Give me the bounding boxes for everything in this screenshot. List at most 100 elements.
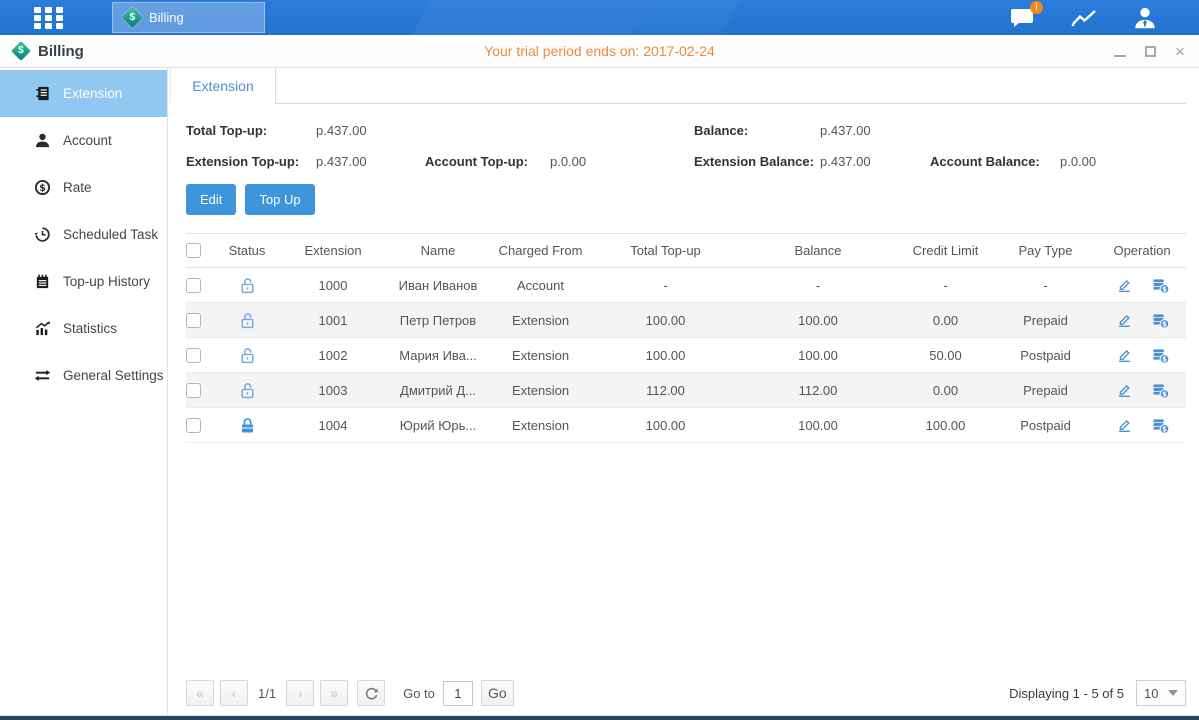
page-indicator: 1/1	[258, 686, 276, 701]
last-page-button[interactable]: »	[320, 680, 348, 706]
sidebar-item-general-settings[interactable]: General Settings	[0, 352, 167, 399]
edit-button[interactable]: Edit	[186, 184, 236, 215]
sidebar-item-rate[interactable]: $ Rate	[0, 164, 167, 211]
prev-page-button[interactable]: ‹	[220, 680, 248, 706]
header-balance: Balance	[738, 243, 898, 258]
taskbar-bottom-strip	[0, 715, 1199, 720]
header-pay-type: Pay Type	[993, 243, 1098, 258]
total-topup-value: p.437.00	[316, 123, 367, 138]
topup-row-icon[interactable]: $	[1151, 311, 1170, 330]
extension-status-icon	[238, 381, 257, 396]
cell-charged-from: Extension	[488, 418, 593, 433]
topup-row-icon[interactable]: $	[1151, 381, 1170, 400]
topup-row-icon[interactable]: $	[1151, 346, 1170, 365]
sidebar-item-topup-history[interactable]: Top-up History	[0, 258, 167, 305]
svg-text:$: $	[1162, 319, 1167, 328]
svg-text:$: $	[1162, 354, 1167, 363]
topup-row-icon[interactable]: $	[1151, 276, 1170, 295]
go-button[interactable]: Go	[481, 680, 514, 706]
resource-monitor-icon[interactable]	[1070, 5, 1098, 31]
header-credit-limit: Credit Limit	[898, 243, 993, 258]
next-page-button[interactable]: ›	[286, 680, 314, 706]
cell-balance: -	[738, 278, 898, 293]
row-checkbox[interactable]	[186, 418, 201, 433]
sidebar-item-extension[interactable]: Extension	[0, 70, 167, 117]
history-clock-icon	[34, 226, 51, 243]
cell-total-topup: 100.00	[593, 348, 738, 363]
row-checkbox[interactable]	[186, 278, 201, 293]
header-status: Status	[216, 243, 278, 258]
cell-name: Мария Ива...	[388, 348, 488, 363]
extension-balance-value: p.437.00	[820, 154, 871, 169]
svg-text:$: $	[1162, 424, 1167, 433]
notification-badge: !	[1030, 1, 1043, 14]
pagination-bar: « ‹ 1/1 › » Go to Go Displaying 1 - 5 of…	[186, 680, 1186, 706]
goto-label: Go to	[403, 686, 435, 701]
cell-charged-from: Extension	[488, 383, 593, 398]
header-name: Name	[388, 243, 488, 258]
balance-summary: Total Top-up: p.437.00 Balance: p.437.00…	[186, 115, 1186, 177]
row-checkbox[interactable]	[186, 383, 201, 398]
tab-strip: Extension	[170, 68, 1186, 104]
sidebar-item-scheduled-task[interactable]: Scheduled Task	[0, 211, 167, 258]
minimize-button[interactable]	[1113, 45, 1127, 59]
extensions-table: Status Extension Name Charged From Total…	[186, 233, 1186, 443]
cell-credit-limit: 0.00	[898, 383, 993, 398]
extension-status-icon	[238, 416, 257, 431]
cell-charged-from: Extension	[488, 313, 593, 328]
edit-row-icon[interactable]	[1115, 311, 1133, 329]
refresh-icon[interactable]	[357, 680, 385, 706]
row-checkbox[interactable]	[186, 348, 201, 363]
extension-status-icon	[238, 311, 257, 326]
svg-text:$: $	[39, 183, 46, 194]
topup-row-icon[interactable]: $	[1151, 416, 1170, 435]
edit-row-icon[interactable]	[1115, 416, 1133, 434]
cell-balance: 100.00	[738, 348, 898, 363]
billing-app-icon: $	[122, 7, 143, 28]
table-row: 1004 Юрий Юрь... Extension 100.00 100.00…	[186, 408, 1186, 443]
cell-balance: 100.00	[738, 418, 898, 433]
sidebar-item-statistics[interactable]: Statistics	[0, 305, 167, 352]
cell-balance: 112.00	[738, 383, 898, 398]
chevron-down-icon	[1168, 690, 1178, 696]
table-row: 1003 Дмитрий Д... Extension 112.00 112.0…	[186, 373, 1186, 408]
cell-charged-from: Extension	[488, 348, 593, 363]
sidebar-item-label: General Settings	[63, 368, 164, 383]
notifications-icon[interactable]: !	[1009, 5, 1037, 31]
user-account-icon[interactable]	[1131, 5, 1159, 31]
window-titlebar: $ Billing Your trial period ends on: 201…	[0, 35, 1199, 68]
stats-chart-icon	[34, 320, 51, 337]
sidebar-item-account[interactable]: Account	[0, 117, 167, 164]
maximize-button[interactable]	[1143, 45, 1157, 59]
page-size-select[interactable]: 10	[1136, 680, 1186, 706]
notepad-icon	[34, 273, 51, 290]
first-page-button[interactable]: «	[186, 680, 214, 706]
header-total-topup: Total Top-up	[593, 243, 738, 258]
tab-extension[interactable]: Extension	[170, 68, 276, 104]
cell-charged-from: Account	[488, 278, 593, 293]
cell-name: Дмитрий Д...	[388, 383, 488, 398]
ledger-icon	[34, 85, 51, 102]
apps-grid-icon[interactable]	[34, 7, 72, 29]
header-charged-from: Charged From	[488, 243, 593, 258]
goto-page-input[interactable]	[443, 681, 473, 706]
sidebar-item-label: Account	[63, 133, 112, 148]
window-title: Billing	[38, 43, 84, 60]
cell-extension: 1001	[278, 313, 388, 328]
select-all-checkbox[interactable]	[186, 243, 201, 258]
cell-pay-type: -	[993, 278, 1098, 293]
page-size-value: 10	[1144, 686, 1158, 701]
edit-row-icon[interactable]	[1115, 276, 1133, 294]
topup-button[interactable]: Top Up	[245, 184, 314, 215]
svg-text:$: $	[1162, 284, 1167, 293]
balance-value: p.437.00	[820, 123, 871, 138]
edit-row-icon[interactable]	[1115, 346, 1133, 364]
cell-total-topup: 112.00	[593, 383, 738, 398]
close-button[interactable]: ×	[1173, 45, 1187, 59]
row-checkbox[interactable]	[186, 313, 201, 328]
displaying-count: Displaying 1 - 5 of 5	[1009, 686, 1124, 701]
edit-row-icon[interactable]	[1115, 381, 1133, 399]
sidebar-item-label: Extension	[63, 86, 122, 101]
taskbar-tab-billing[interactable]: $ Billing	[112, 2, 265, 33]
cell-total-topup: 100.00	[593, 313, 738, 328]
